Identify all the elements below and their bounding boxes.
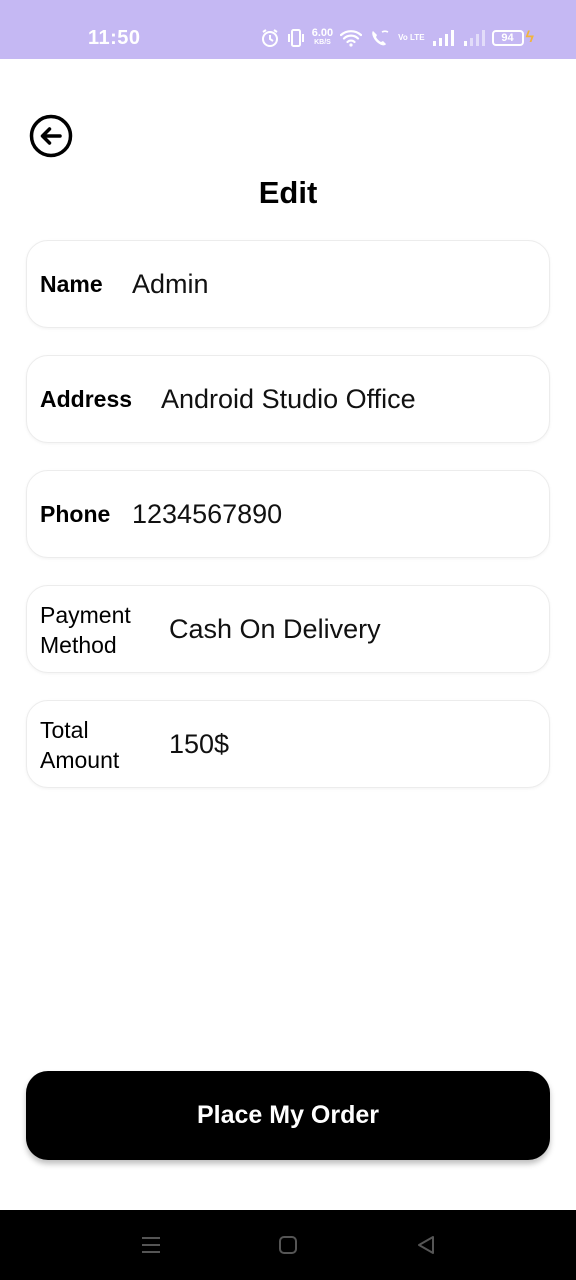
phone-value[interactable]: 1234567890 (132, 499, 282, 530)
network-speed-unit: KB/S (314, 39, 331, 46)
payment-method-label-line2: Method (40, 632, 117, 658)
status-bar: 11:50 6.00 KB/S Vo LTE 94 ϟ (0, 0, 576, 59)
status-icons: 6.00 KB/S Vo LTE 94 ϟ (260, 26, 534, 50)
vibrate-icon (287, 28, 305, 48)
total-amount-field-card[interactable]: Total Amount 150$ (26, 700, 550, 788)
payment-method-field-card[interactable]: Payment Method Cash On Delivery (26, 585, 550, 673)
status-time: 11:50 (88, 27, 141, 49)
battery-level: 94 (501, 32, 514, 44)
payment-method-label: Payment Method (40, 600, 150, 660)
signal-icon (432, 29, 456, 47)
address-label: Address (40, 386, 133, 412)
volte-label: Vo LTE (398, 33, 425, 42)
total-amount-value[interactable]: 150$ (169, 729, 229, 760)
menu-icon[interactable] (139, 1233, 163, 1257)
address-value[interactable]: Android Studio Office (161, 384, 416, 415)
volte-indicator: Vo LTE (398, 34, 424, 42)
home-icon[interactable] (276, 1233, 300, 1257)
back-button[interactable] (29, 114, 73, 158)
name-label: Name (40, 271, 103, 297)
phone-label: Phone (40, 501, 111, 527)
network-speed-value: 6.00 (311, 27, 334, 39)
name-value[interactable]: Admin (132, 269, 209, 300)
battery-icon: 94 (491, 30, 524, 46)
total-amount-label-line1: Total (40, 717, 89, 743)
system-nav-bar (0, 1210, 576, 1280)
back-triangle-icon[interactable] (414, 1233, 438, 1257)
total-amount-label-line2: Amount (40, 747, 120, 773)
payment-method-label-line1: Payment (40, 602, 131, 628)
total-amount-label: Total Amount (40, 715, 150, 775)
charging-icon: ϟ (525, 29, 534, 46)
place-order-button[interactable]: Place My Order (26, 1071, 550, 1160)
name-field-card[interactable]: Name Admin (26, 240, 550, 328)
page-title: Edit (258, 175, 318, 210)
wifi-calling-icon (369, 28, 391, 48)
payment-method-value[interactable]: Cash On Delivery (169, 614, 381, 645)
signal-icon-secondary (463, 29, 485, 47)
phone-field-card[interactable]: Phone 1234567890 (26, 470, 550, 558)
alarm-icon (260, 28, 280, 48)
address-field-card[interactable]: Address Android Studio Office (26, 355, 550, 443)
network-speed: 6.00 KB/S (311, 27, 334, 47)
arrow-left-circle-icon (29, 114, 73, 158)
wifi-icon (340, 29, 363, 47)
